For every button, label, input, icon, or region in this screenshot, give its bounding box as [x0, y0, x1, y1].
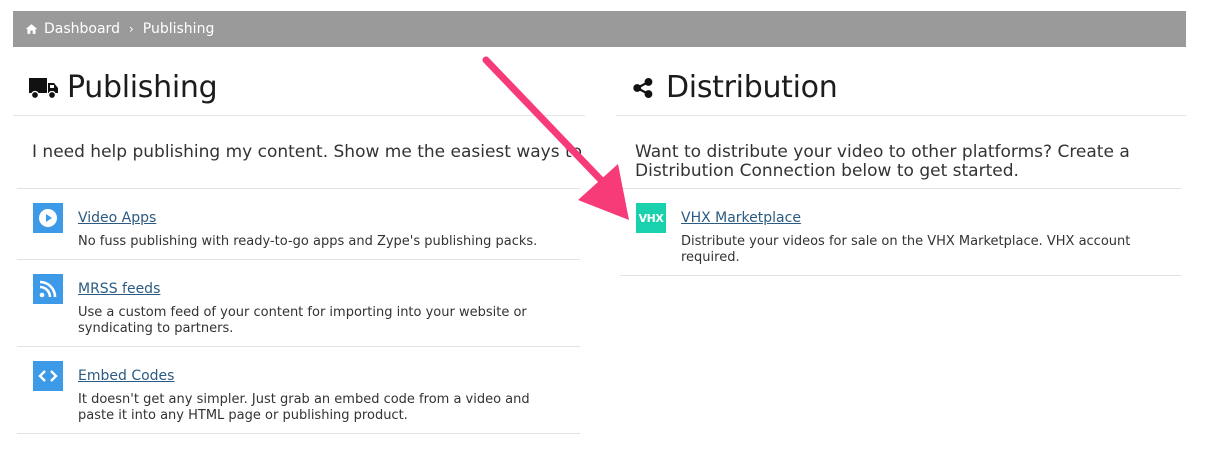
- vhx-marketplace-description: Distribute your videos for sale on the V…: [681, 234, 1131, 265]
- breadcrumb: Dashboard › Publishing: [13, 21, 214, 37]
- breadcrumb-dashboard-link[interactable]: Dashboard: [44, 21, 120, 37]
- embed-codes-link[interactable]: Embed Codes: [78, 368, 174, 384]
- breadcrumb-separator-icon: ›: [128, 22, 134, 36]
- truck-icon: [29, 77, 58, 99]
- mrss-feeds-link[interactable]: MRSS feeds: [78, 281, 160, 297]
- publishing-list: Video Apps No fuss publishing with ready…: [17, 188, 580, 434]
- breadcrumb-bar: Dashboard › Publishing: [13, 11, 1186, 47]
- play-icon[interactable]: [33, 203, 63, 233]
- mrss-feeds-description: Use a custom feed of your content for im…: [78, 305, 527, 336]
- breadcrumb-current: Publishing: [142, 21, 215, 37]
- distribution-list: VHX VHX Marketplace Distribute your vide…: [620, 188, 1181, 276]
- home-icon: [25, 24, 38, 34]
- publishing-panel: Publishing I need help publishing my con…: [13, 60, 585, 434]
- distribution-panel: Distribution Want to distribute your vid…: [616, 60, 1186, 276]
- list-item: Embed Codes It doesn't get any simpler. …: [17, 347, 580, 434]
- vhx-marketplace-link[interactable]: VHX Marketplace: [681, 210, 801, 226]
- distribution-header: Distribution: [616, 60, 1186, 116]
- code-icon[interactable]: [33, 361, 63, 391]
- publishing-header: Publishing: [13, 60, 585, 116]
- publishing-intro: I need help publishing my content. Show …: [32, 142, 585, 162]
- rss-icon[interactable]: [33, 274, 63, 304]
- publishing-title: Publishing: [67, 70, 218, 105]
- list-item: VHX VHX Marketplace Distribute your vide…: [620, 189, 1181, 276]
- list-item: Video Apps No fuss publishing with ready…: [17, 189, 580, 260]
- embed-codes-description: It doesn't get any simpler. Just grab an…: [78, 392, 530, 423]
- list-item: MRSS feeds Use a custom feed of your con…: [17, 260, 580, 347]
- distribution-title: Distribution: [666, 70, 838, 105]
- video-apps-link[interactable]: Video Apps: [78, 210, 156, 226]
- distribution-intro: Want to distribute your video to other p…: [635, 142, 1130, 181]
- share-icon: [633, 77, 653, 98]
- vhx-logo-icon[interactable]: VHX: [636, 203, 666, 233]
- video-apps-description: No fuss publishing with ready-to-go apps…: [78, 234, 538, 249]
